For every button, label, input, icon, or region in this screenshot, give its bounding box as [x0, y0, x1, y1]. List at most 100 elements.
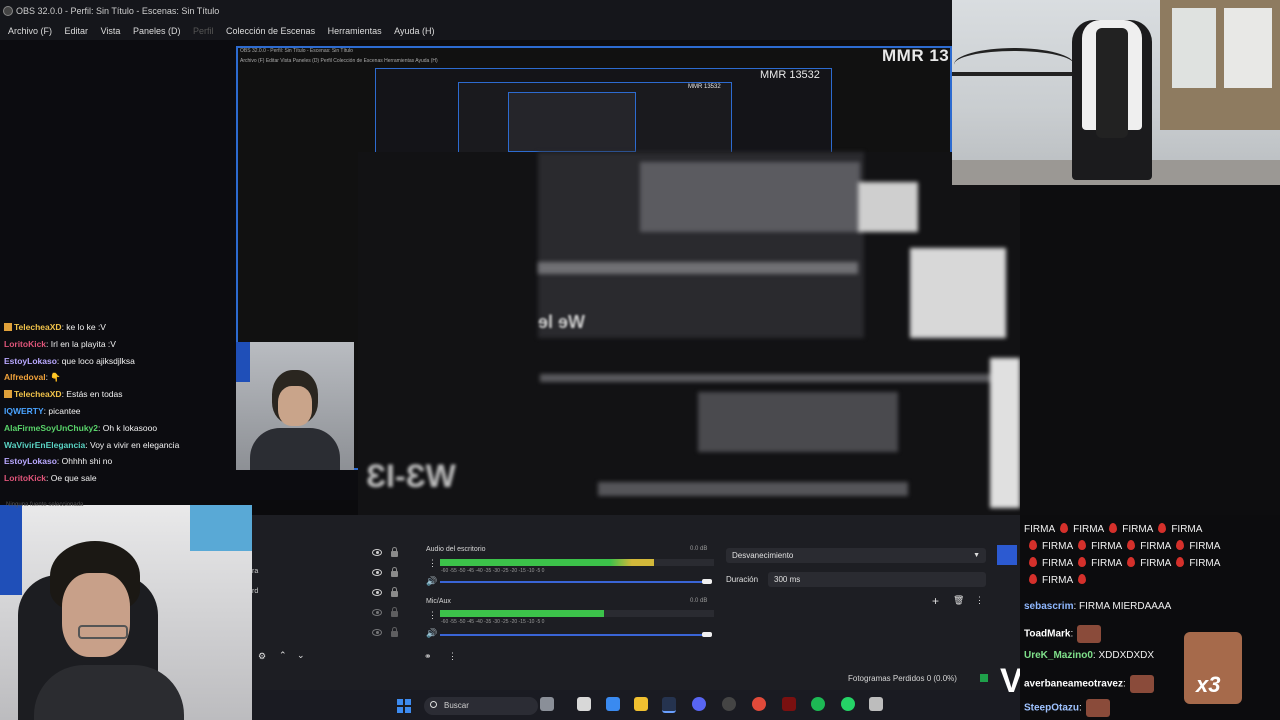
taskbar-app-icon[interactable]	[869, 697, 883, 711]
menu-coleccion-escenas[interactable]: Colección de Escenas	[224, 22, 317, 40]
spotify-icon[interactable]	[811, 697, 825, 711]
source-label-1: ra	[252, 568, 259, 575]
chat-firma-word: FIRMA	[1073, 524, 1105, 535]
blurred-text-1: ɘl ɘW	[538, 312, 586, 332]
menu-archivo[interactable]: Archivo (F)	[6, 22, 54, 40]
move-up-icon[interactable]: ⌃	[279, 650, 287, 661]
visibility-eye-icon[interactable]	[372, 569, 382, 576]
chat-message: LoritoKick: Oe que sale	[4, 473, 97, 483]
mixer-ticks-mic: -60 -55 -50 -45 -40 -35 -30 -25 -20 -15 …	[441, 619, 545, 625]
chrome-icon[interactable]	[752, 697, 766, 711]
mixer-options-icon[interactable]: ⋮	[448, 651, 457, 662]
nested-window-title: OBS 32.0.0 - Perfil: Sin Título - Escena…	[240, 48, 353, 54]
menu-herramientas[interactable]: Herramientas	[326, 22, 384, 40]
mixer-channel-mic-label: Mic/Aux	[426, 598, 451, 605]
chat-message: Alfredoval: 👇	[4, 372, 61, 383]
chat-firma-word: FIRMA	[1042, 575, 1074, 586]
mixer-menu-icon[interactable]: ⋮	[428, 558, 437, 569]
menu-vista[interactable]: Vista	[99, 22, 123, 40]
chat-username: UreK_Mazino0	[1024, 650, 1093, 661]
chat-text: : Oe que sale	[46, 473, 97, 484]
menu-paneles[interactable]: Paneles (D)	[131, 22, 183, 40]
chat-firma-row: FIRMA FIRMA FIRMA FIRMA	[1024, 557, 1220, 569]
taskbar-search[interactable]: Buscar	[424, 697, 538, 715]
chat-username: EstoyLokaso	[4, 456, 57, 467]
chat-text: : ke lo ke :V	[61, 322, 106, 332]
speaker-icon[interactable]: 🔊	[426, 628, 437, 639]
chat-text: : XDDXDXDX	[1092, 650, 1155, 661]
nested-menu-bar: Archivo (F) Editar Vista Paneles (D) Per…	[240, 58, 438, 64]
taskbar-app-icon[interactable]	[782, 697, 796, 711]
emote-drop-icon	[1029, 557, 1037, 567]
chat-text: : FIRMA MIERDAAAA	[1073, 601, 1172, 612]
duration-input[interactable]: 300 ms	[768, 572, 986, 587]
blurred-text-2: ƐI-ƐW	[366, 458, 456, 494]
mixer-ticks-desktop: -60 -55 -50 -45 -40 -35 -30 -25 -20 -15 …	[441, 568, 545, 574]
mmr-overlay-nested: MMR 13532	[760, 69, 820, 81]
emote-drop-icon	[1029, 574, 1037, 584]
mixer-channel-mic-db: 0.0 dB	[690, 598, 708, 604]
transition-select[interactable]: Desvanecimiento ▼	[726, 548, 986, 563]
chat-firma-word: FIRMA	[1042, 541, 1074, 552]
chat-firma-word: FIRMA	[1042, 558, 1074, 569]
lock-icon[interactable]	[391, 547, 398, 557]
mixer-link-icon[interactable]: ⚭	[424, 651, 432, 662]
lock-icon[interactable]	[391, 607, 398, 617]
visibility-eye-icon[interactable]	[372, 609, 382, 616]
menu-editar[interactable]: Editar	[63, 22, 91, 40]
chat-text: :	[1079, 702, 1082, 714]
chat-firma-word: FIRMA	[1189, 541, 1221, 552]
menu-ayuda[interactable]: Ayuda (H)	[392, 22, 436, 40]
chat-username: IQWERTY	[4, 406, 44, 416]
emote-multiplier: x3	[1196, 672, 1221, 697]
lock-icon[interactable]	[391, 627, 398, 637]
taskbar-app-icon[interactable]	[606, 697, 620, 711]
taskbar-app-icon[interactable]	[577, 697, 591, 711]
volume-slider-desktop[interactable]	[440, 581, 710, 583]
mixer-menu-icon[interactable]: ⋮	[428, 610, 437, 621]
window-title: OBS 32.0.0 - Perfil: Sin Título - Escena…	[16, 6, 220, 16]
volume-slider-knob[interactable]	[702, 579, 712, 584]
discord-icon[interactable]	[692, 697, 706, 711]
add-transition-icon[interactable]: +	[932, 594, 939, 608]
sub-badge-icon	[4, 390, 12, 399]
chat-message: sebascrim: FIRMA MIERDAAAA	[1024, 601, 1171, 612]
volume-slider-mic[interactable]	[440, 634, 710, 636]
duration-label: Duración	[726, 575, 759, 584]
windows-start-icon[interactable]	[397, 699, 411, 713]
emote-drop-icon	[1078, 557, 1087, 567]
chat-username: LoritoKick	[4, 473, 47, 484]
trash-icon[interactable]: 🗑	[953, 595, 964, 606]
whatsapp-icon[interactable]	[841, 697, 855, 711]
chat-firma-row: FIRMA FIRMA FIRMA FIRMA	[1024, 540, 1220, 552]
visibility-eye-icon[interactable]	[372, 589, 382, 596]
visibility-eye-icon[interactable]	[372, 549, 382, 556]
transition-options-icon[interactable]: ⋮	[975, 595, 984, 606]
chat-text: : Voy a vivir en elegancia	[85, 439, 180, 450]
chat-text: : Estás en todas	[61, 389, 123, 400]
speaker-icon[interactable]: 🔊	[426, 576, 437, 587]
emote-drop-icon	[1109, 523, 1118, 533]
obs-taskbar-icon[interactable]	[722, 697, 736, 711]
mmr-overlay-nested-small: MMR 13532	[688, 84, 721, 90]
chat-username: WaVivirEnElegancia	[4, 439, 86, 450]
chat-text: : Irl en la playita :V	[46, 338, 116, 349]
lock-icon[interactable]	[391, 587, 398, 597]
chat-username: Alfredoval	[4, 372, 46, 383]
folder-icon[interactable]	[634, 697, 648, 711]
taskbar-app-icon[interactable]	[540, 697, 554, 711]
chat-text: : Ohhhh shi no	[56, 456, 113, 467]
emote-drop-icon	[1127, 557, 1136, 567]
volume-slider-knob[interactable]	[702, 632, 712, 637]
webcam-room	[952, 0, 1280, 185]
lock-icon[interactable]	[391, 567, 398, 577]
settings-gear-icon[interactable]: ⚙	[258, 651, 266, 662]
visibility-eye-icon[interactable]	[372, 629, 382, 636]
chat-firma-row: FIRMA FIRMA FIRMA FIRMA	[1024, 523, 1202, 535]
move-down-icon[interactable]: ⌄	[297, 650, 305, 661]
taskbar-search-placeholder: Buscar	[444, 701, 469, 710]
chat-username: TelecheaXD	[14, 389, 62, 400]
steam-icon[interactable]	[662, 697, 676, 713]
chat-emote	[1085, 699, 1110, 717]
chat-message: IQWERTY: picantee	[4, 406, 81, 416]
